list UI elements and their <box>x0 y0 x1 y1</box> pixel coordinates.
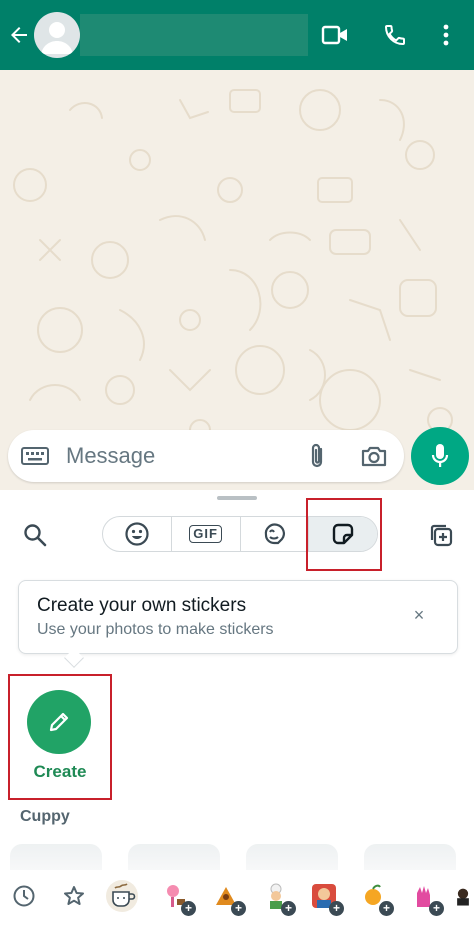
add-sticker-pack-icon[interactable] <box>428 522 454 548</box>
create-stickers-tooltip: Create your own stickers Use your photos… <box>18 580 458 668</box>
chat-wallpaper <box>0 70 474 490</box>
add-pack-plus-icon: + <box>329 901 344 916</box>
tooltip-title: Create your own stickers <box>37 595 247 616</box>
tab-gif[interactable]: GIF <box>172 517 241 551</box>
tooltip-arrow <box>64 648 84 668</box>
cuppy-pack-icon[interactable] <box>104 878 140 914</box>
microphone-icon <box>431 444 449 467</box>
section-title-cuppy: Cuppy <box>20 808 70 825</box>
sticker-icon <box>332 523 354 545</box>
sticker-pack-cake[interactable]: + <box>208 878 246 916</box>
add-pack-plus-icon: + <box>231 901 246 916</box>
tab-avatar[interactable] <box>241 517 310 551</box>
sticker-pack-flamingo[interactable]: + <box>158 878 196 916</box>
tab-stickers[interactable] <box>309 517 377 551</box>
create-label[interactable]: Create <box>18 762 102 782</box>
chat-header <box>0 0 474 70</box>
voice-call-icon[interactable] <box>378 0 412 70</box>
message-composer <box>8 430 404 482</box>
camera-icon[interactable] <box>360 444 388 468</box>
whatsapp-chat-screen: GIF Create your own stickers Use your ph… <box>0 0 474 932</box>
search-icon[interactable] <box>22 522 48 548</box>
emoji-icon <box>125 522 149 546</box>
video-call-icon[interactable] <box>318 0 352 70</box>
keyboard-icon[interactable] <box>20 444 50 468</box>
gif-label: GIF <box>189 525 222 543</box>
close-icon[interactable]: × <box>407 603 431 627</box>
add-pack-plus-icon: + <box>181 901 196 916</box>
media-type-tabs: GIF <box>102 516 378 552</box>
more-options-icon[interactable] <box>434 0 458 70</box>
contact-avatar[interactable] <box>34 12 80 58</box>
back-arrow-icon[interactable] <box>4 0 34 70</box>
favorites-star-icon[interactable] <box>56 878 92 914</box>
microphone-button[interactable] <box>411 427 469 485</box>
sticker-pack-chef[interactable]: + <box>258 878 296 916</box>
sticker-pack-tray: + + + + + + <box>0 870 474 932</box>
add-pack-plus-icon: + <box>429 901 444 916</box>
sticker-placeholder[interactable] <box>10 844 102 870</box>
attach-paperclip-icon[interactable] <box>306 442 330 470</box>
sticker-placeholder[interactable] <box>364 844 456 870</box>
sticker-placeholder[interactable] <box>246 844 338 870</box>
sticker-placeholder[interactable] <box>128 844 220 870</box>
doodle-pattern <box>13 89 453 459</box>
drag-handle[interactable] <box>217 496 257 500</box>
add-pack-plus-icon: + <box>281 901 296 916</box>
tab-emoji[interactable] <box>103 517 172 551</box>
recent-clock-icon[interactable] <box>6 878 42 914</box>
contact-name-redacted[interactable] <box>80 14 308 56</box>
sticker-panel: GIF Create your own stickers Use your ph… <box>0 490 474 932</box>
sticker-pack-partial[interactable] <box>452 878 474 914</box>
avatar-sticker-icon <box>265 523 286 545</box>
sticker-pack-portrait[interactable]: + <box>306 878 344 916</box>
sticker-pack-fruit[interactable]: + <box>356 878 394 916</box>
sticker-pack-glove[interactable]: + <box>406 878 444 916</box>
message-input[interactable] <box>66 440 296 472</box>
add-pack-plus-icon: + <box>379 901 394 916</box>
create-sticker-button[interactable] <box>27 690 91 754</box>
tooltip-subtitle: Use your photos to make stickers <box>37 621 274 638</box>
pencil-icon <box>49 712 69 732</box>
